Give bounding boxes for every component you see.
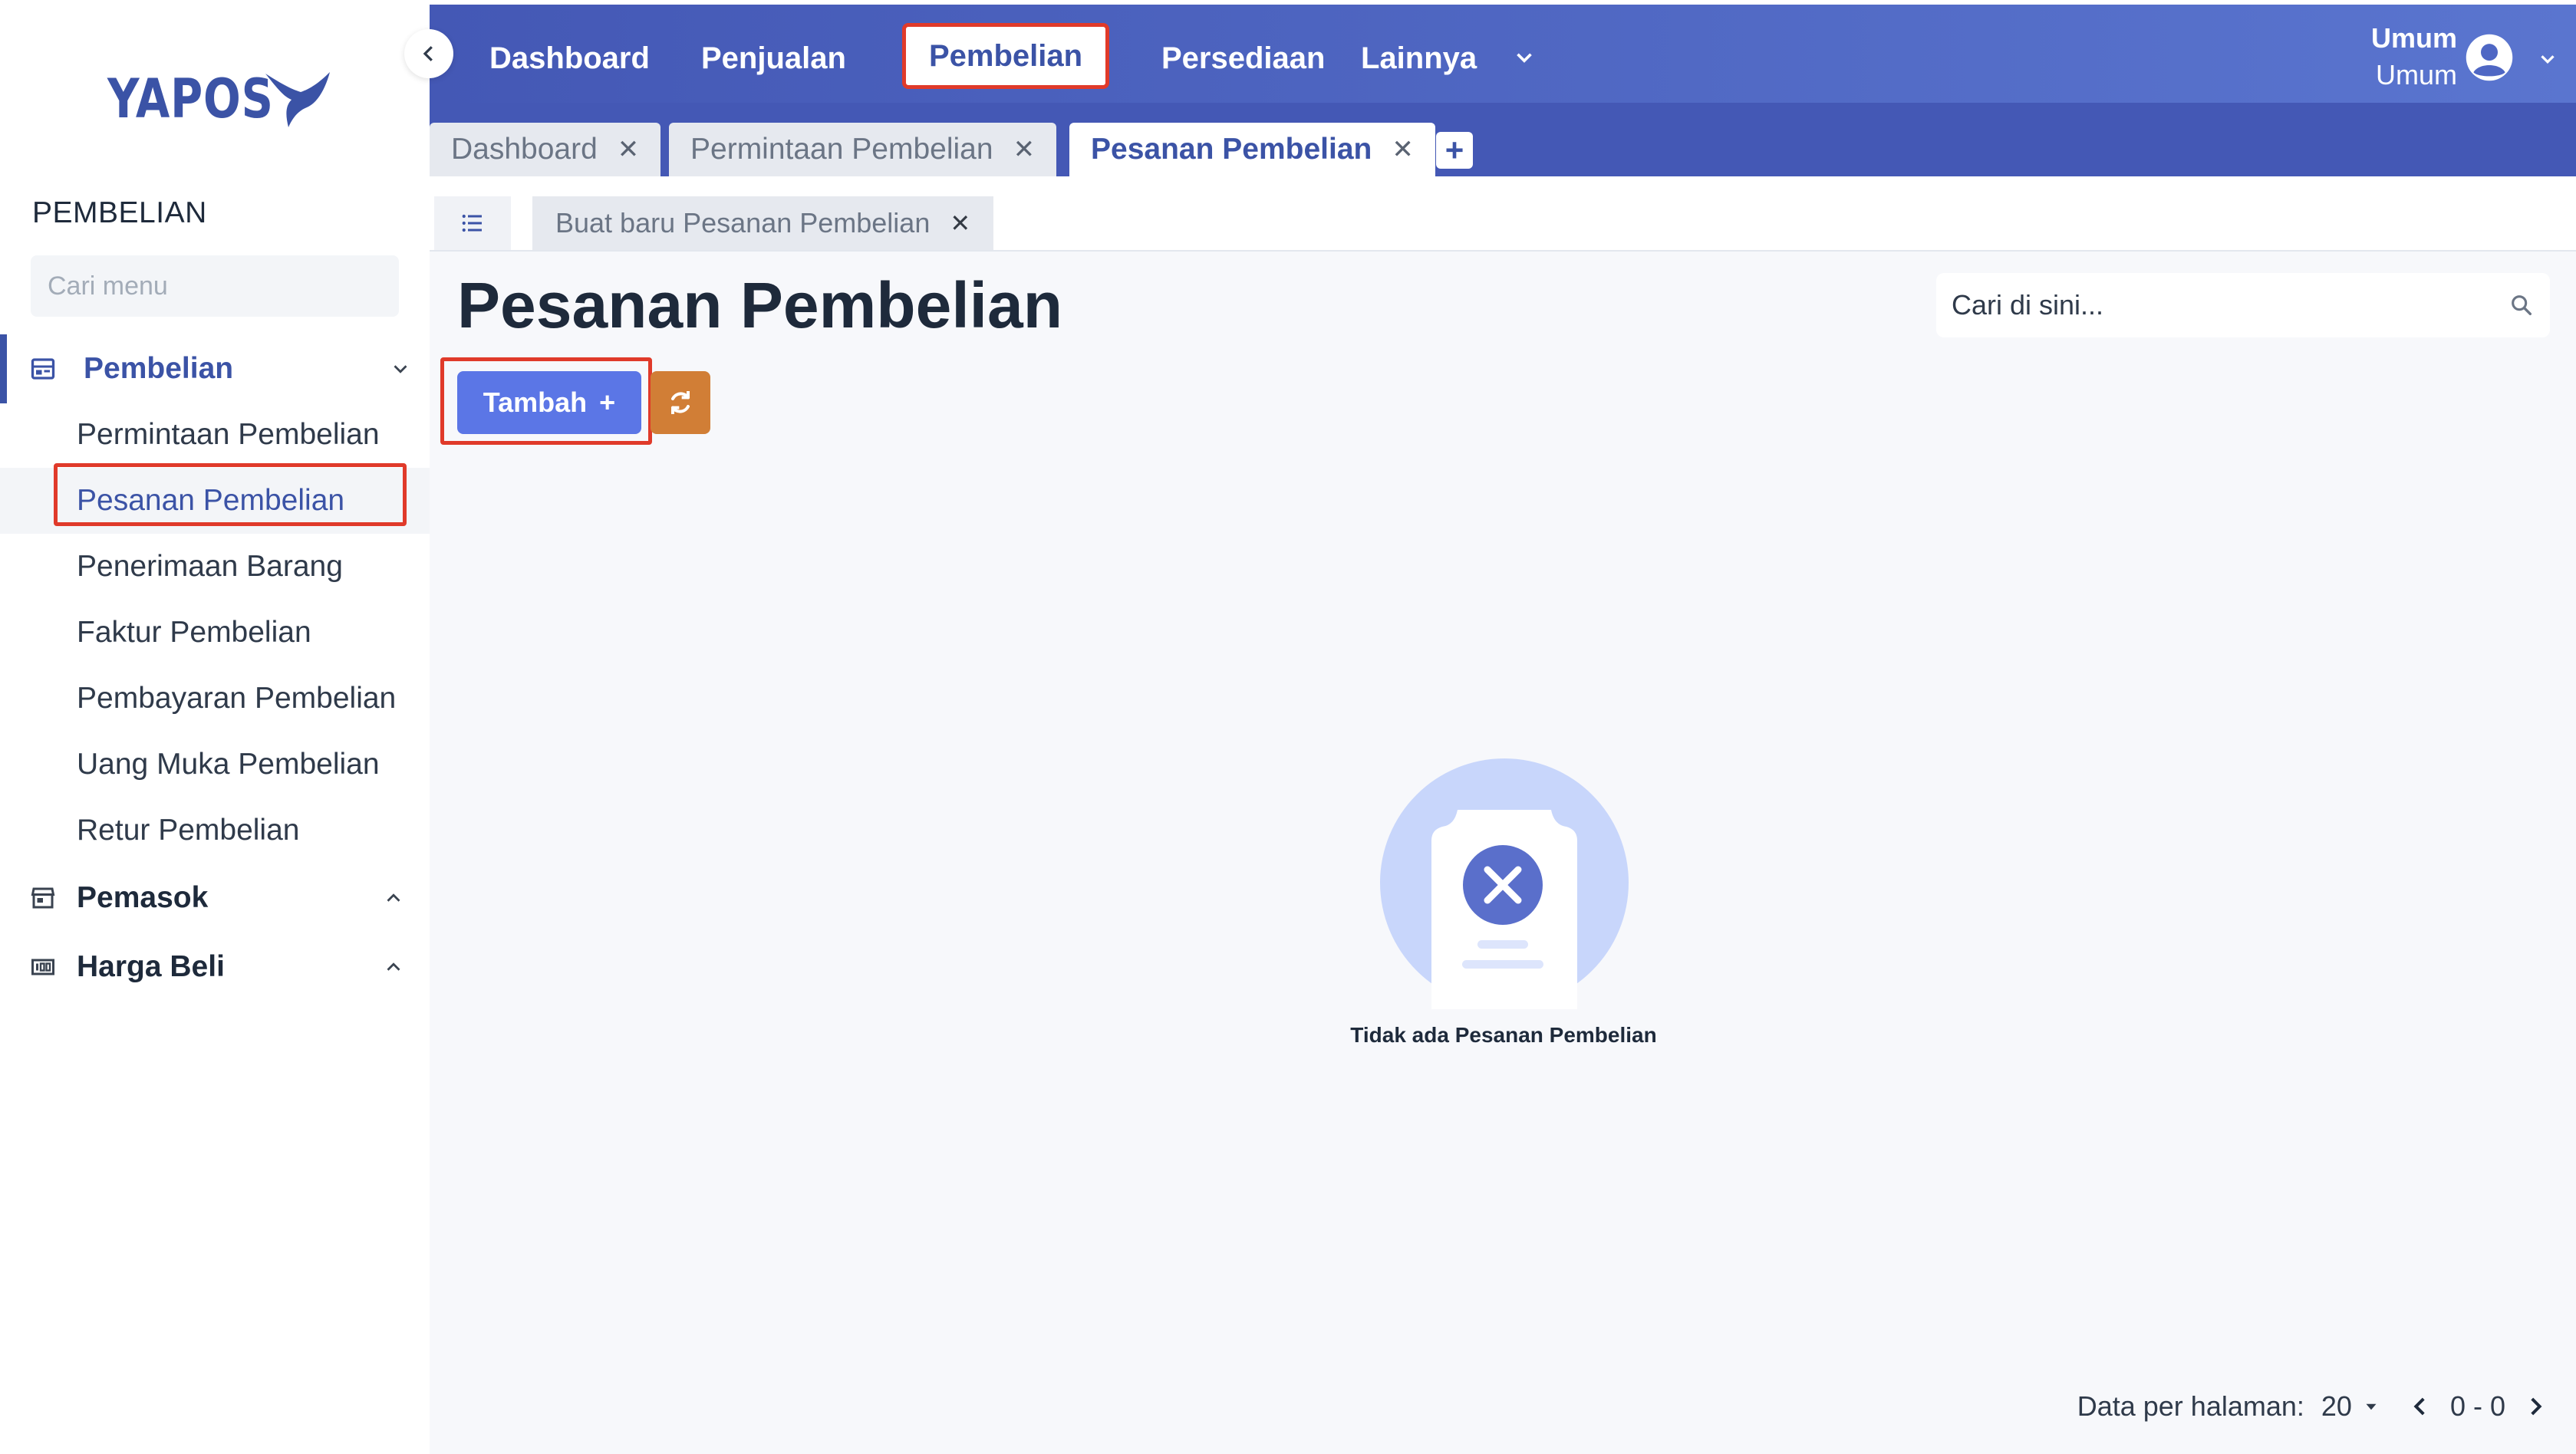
chevron-left-icon	[423, 46, 433, 61]
user-info[interactable]: Umum Umum	[2371, 20, 2457, 94]
open-tabs-bar: Dashboard ✕ Permintaan Pembelian ✕ Pesan…	[430, 103, 2576, 176]
tab-permintaan-pembelian[interactable]: Permintaan Pembelian ✕	[669, 123, 1057, 176]
close-icon[interactable]: ✕	[1013, 134, 1036, 165]
close-icon[interactable]: ✕	[618, 134, 640, 165]
topnav-dashboard[interactable]: Dashboard	[466, 32, 673, 84]
chevron-right-icon[interactable]	[2522, 1393, 2548, 1419]
sidebar-group-pembelian[interactable]: Pembelian	[0, 334, 430, 403]
search-icon[interactable]	[2508, 292, 2535, 318]
add-button[interactable]: Tambah +	[457, 371, 641, 434]
close-icon[interactable]: ✕	[1392, 134, 1414, 165]
sidebar-item-pesanan-pembelian[interactable]: Pesanan Pembelian	[0, 468, 430, 534]
per-page-value: 20	[2321, 1390, 2352, 1422]
subtab-buat-baru[interactable]: Buat baru Pesanan Pembelian ✕	[532, 196, 994, 250]
sidebar: YAPOS PEMBELIAN Pembelian Permintaan Pem…	[0, 0, 430, 1454]
list-icon	[462, 214, 482, 232]
per-page-label: Data per halaman:	[2077, 1390, 2304, 1422]
list-view-button[interactable]	[434, 196, 511, 250]
sidebar-item-label: Retur Pembelian	[77, 814, 300, 847]
tab-label: Permintaan Pembelian	[690, 133, 993, 166]
sidebar-group-label: Harga Beli	[77, 950, 225, 983]
sidebar-group-harga-beli[interactable]: Harga Beli	[0, 933, 430, 1002]
chevron-left-icon[interactable]	[2407, 1393, 2433, 1419]
caret-down-icon	[2366, 1403, 2377, 1410]
sidebar-item-label: Pembayaran Pembelian	[77, 682, 397, 715]
topnav-label: Penjualan	[701, 41, 846, 75]
top-navbar: Dashboard Penjualan Pembelian Persediaan…	[430, 5, 2576, 103]
sidebar-item-retur-pembelian[interactable]: Retur Pembelian	[0, 798, 430, 864]
sidebar-item-label: Permintaan Pembelian	[77, 418, 380, 451]
empty-state-illustration	[1380, 758, 1629, 1009]
add-tab-button[interactable]: +	[1436, 132, 1473, 169]
user-name: Umum	[2370, 22, 2457, 54]
add-button-label: Tambah	[483, 387, 588, 418]
topnav-label: Dashboard	[489, 41, 650, 75]
plus-icon: +	[599, 387, 616, 418]
topnav-penjualan[interactable]: Penjualan	[678, 32, 869, 84]
main-content: Buat baru Pesanan Pembelian ✕ Pesanan Pe…	[430, 176, 2576, 1454]
close-icon[interactable]: ✕	[950, 209, 970, 238]
app-logo[interactable]: YAPOS	[107, 66, 331, 132]
topnav-lainnya[interactable]: Lainnya	[1338, 32, 1500, 84]
sidebar-item-pembayaran-pembelian[interactable]: Pembayaran Pembelian	[0, 666, 430, 732]
tab-pesanan-pembelian[interactable]: Pesanan Pembelian ✕	[1069, 123, 1435, 176]
chevron-down-icon[interactable]	[389, 357, 412, 380]
avatar-icon[interactable]	[2464, 32, 2515, 83]
topnav-pembelian[interactable]: Pembelian	[902, 23, 1110, 89]
page-title: Pesanan Pembelian	[457, 269, 1063, 341]
chevron-up-icon[interactable]	[382, 887, 405, 910]
user-role: Umum	[2376, 59, 2457, 90]
purchase-icon	[31, 358, 55, 380]
store-icon	[31, 887, 55, 909]
per-page-select[interactable]: 20	[2321, 1390, 2381, 1423]
tab-label: Pesanan Pembelian	[1091, 133, 1372, 166]
subtab-bar: Buat baru Pesanan Pembelian ✕	[430, 176, 2576, 252]
sidebar-item-label: Pesanan Pembelian	[77, 484, 345, 517]
search-input[interactable]	[1952, 289, 2508, 321]
tab-dashboard[interactable]: Dashboard ✕	[430, 123, 661, 176]
refresh-icon	[671, 391, 690, 414]
sidebar-item-label: Uang Muka Pembelian	[77, 748, 380, 781]
refresh-button[interactable]	[651, 371, 710, 434]
chevron-down-icon[interactable]	[2536, 48, 2559, 71]
sidebar-group-label: Pembelian	[84, 352, 234, 385]
page-range: 0 - 0	[2449, 1390, 2505, 1422]
sidebar-section-title: PEMBELIAN	[32, 196, 207, 229]
sidebar-item-faktur-pembelian[interactable]: Faktur Pembelian	[0, 600, 430, 666]
price-icon	[31, 959, 54, 975]
sidebar-item-label: Faktur Pembelian	[77, 616, 311, 649]
topnav-persediaan[interactable]: Persediaan	[1138, 32, 1348, 84]
content-search	[1936, 273, 2550, 337]
chevron-up-icon[interactable]	[382, 956, 405, 979]
empty-state-text: Tidak ada Pesanan Pembelian	[1350, 1023, 1657, 1047]
subtab-label: Buat baru Pesanan Pembelian	[555, 207, 931, 238]
topnav-label: Persediaan	[1161, 41, 1326, 75]
sidebar-item-label: Penerimaan Barang	[77, 550, 343, 583]
sidebar-item-uang-muka-pembelian[interactable]: Uang Muka Pembelian	[0, 732, 430, 798]
topnav-label: Lainnya	[1361, 41, 1477, 75]
menu-search-input[interactable]	[48, 271, 387, 301]
menu-search	[31, 255, 399, 317]
pagination: Data per halaman: 20 0 - 0	[2077, 1383, 2548, 1429]
tab-label: Dashboard	[451, 133, 598, 166]
sidebar-group-pemasok[interactable]: Pemasok	[0, 864, 430, 933]
chevron-down-icon[interactable]	[1511, 44, 1537, 71]
logo-text: YAPOS	[107, 67, 274, 130]
sidebar-item-permintaan-pembelian[interactable]: Permintaan Pembelian	[0, 402, 430, 468]
sidebar-group-label: Pemasok	[77, 881, 209, 914]
topnav-label: Pembelian	[929, 38, 1083, 73]
sidebar-item-penerimaan-barang[interactable]: Penerimaan Barang	[0, 534, 430, 600]
sidebar-collapse-button[interactable]	[404, 29, 453, 78]
